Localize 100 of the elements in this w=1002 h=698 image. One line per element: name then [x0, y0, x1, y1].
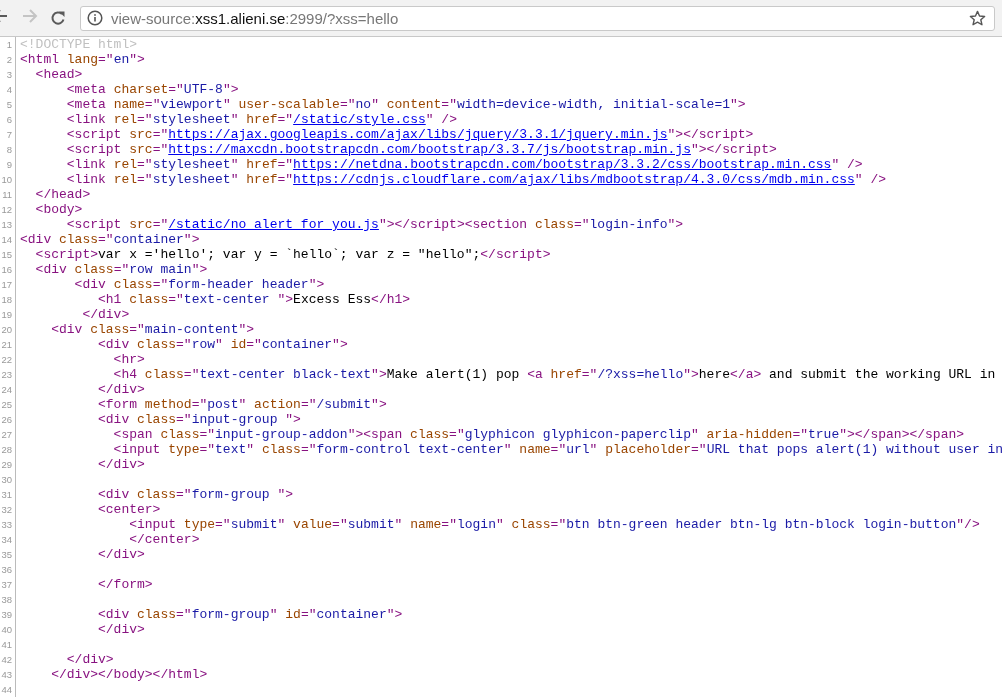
line-number: 14	[0, 232, 16, 247]
tag-text: </div>	[97, 457, 145, 472]
tag-text: "	[371, 97, 379, 112]
attribute-value: form-header header	[168, 277, 309, 292]
tag-text: <h4	[112, 367, 138, 382]
tag-text: ">	[222, 82, 239, 97]
tag-text: "	[394, 517, 403, 532]
tag-text: "	[215, 337, 223, 352]
line-number: 42	[0, 652, 16, 667]
tag-text: " />	[831, 157, 863, 172]
address-bar[interactable]: view-source:xss1.alieni.se:2999/?xss=hello	[80, 5, 995, 31]
tag-text: </head>	[34, 187, 91, 202]
attribute-value: text-center black-text	[199, 367, 372, 382]
attribute-value: container	[316, 607, 387, 622]
tag-text: ="	[215, 517, 231, 532]
attribute-name: rel	[112, 172, 138, 187]
tag-text: ">	[667, 217, 684, 232]
tag-text: "	[277, 517, 286, 532]
tag-text: "	[230, 172, 239, 187]
tag-text: ="	[581, 367, 598, 382]
attribute-name: placeholder	[604, 442, 692, 457]
tag-text: "	[222, 97, 231, 112]
tag-text: "	[589, 442, 598, 457]
line-number: 17	[0, 277, 16, 292]
attribute-name: href	[245, 172, 278, 187]
tag-text: </a>	[730, 367, 762, 382]
attribute-name: rel	[112, 157, 138, 172]
attribute-value: login-info	[589, 217, 668, 232]
line-number: 3	[0, 67, 16, 82]
doctype-text: <!DOCTYPE html>	[20, 37, 138, 52]
attribute-name: id	[284, 607, 301, 622]
star-icon[interactable]	[969, 9, 986, 27]
attribute-value: no	[355, 97, 372, 112]
attribute-value: true	[808, 427, 840, 442]
tag-text: ="	[113, 262, 130, 277]
text-content: Make alert(1) pop	[386, 367, 521, 382]
tag-text: </script>	[480, 247, 551, 262]
attribute-name: action	[253, 397, 301, 412]
tag-text: <div	[50, 322, 83, 337]
attribute-name: src	[128, 217, 153, 232]
source-link[interactable]: https://maxcdn.bootstrapcdn.com/bootstrap/3.3.7/js/bootstrap.min.js	[168, 142, 691, 157]
line-number: 16	[0, 262, 16, 277]
line-number: 32	[0, 502, 16, 517]
tag-text: ="	[176, 337, 192, 352]
tag-text: ="	[152, 217, 169, 232]
line-number: 7	[0, 127, 16, 142]
tag-text: ="	[176, 607, 192, 622]
source-link[interactable]: https://netdna.bootstrapcdn.com/bootstrap/3.3.2/css/bootstrap.min.css	[293, 157, 832, 172]
tag-text: <a	[527, 367, 543, 382]
line-number: 41	[0, 637, 16, 652]
tag-text: ="	[98, 52, 114, 67]
attribute-value: width=device-width, initial-scale=1	[456, 97, 730, 112]
tag-text: <script	[65, 127, 122, 142]
attribute-name: class	[409, 427, 450, 442]
tag-text: ="	[152, 127, 169, 142]
attribute-value: URL that pops alert(1) without user in	[706, 442, 1002, 457]
line-number: 6	[0, 112, 16, 127]
source-link[interactable]: /static/no_alert_for_you.js	[168, 217, 379, 232]
tag-text: </div>	[97, 547, 145, 562]
line-number: 10	[0, 172, 16, 187]
tag-text: ="	[183, 367, 200, 382]
tag-text: ">	[386, 607, 403, 622]
attribute-name: class	[533, 217, 574, 232]
attribute-value: input-group-addon	[215, 427, 348, 442]
attribute-value: input-group	[191, 412, 279, 427]
attribute-name: charset	[112, 82, 169, 97]
info-icon[interactable]	[87, 10, 103, 26]
tag-text: <div	[73, 277, 106, 292]
tag-text: "></script>	[667, 127, 754, 142]
tag-text: <head>	[34, 67, 83, 82]
tag-text: ="	[152, 277, 169, 292]
tag-text: ">	[332, 337, 348, 352]
reload-icon[interactable]	[50, 10, 66, 26]
source-link[interactable]: https://ajax.googleapis.com/ajax/libs/jquery/3.3.1/jquery.min.js	[168, 127, 668, 142]
tag-text: ">	[191, 262, 208, 277]
tag-text: ">	[238, 322, 255, 337]
attribute-name: class	[260, 442, 301, 457]
tag-text: ="	[168, 82, 184, 97]
attribute-name: type	[182, 517, 216, 532]
tag-text: </div></body></html>	[50, 667, 208, 682]
source-link[interactable]: https://cdnjs.cloudflare.com/ajax/libs/mdbootstrap/4.3.0/css/mdb.min.css	[293, 172, 855, 187]
attribute-name: src	[128, 127, 153, 142]
source-link[interactable]: /static/style.css	[293, 112, 426, 127]
tag-text: "	[495, 517, 504, 532]
attribute-name: user-scalable	[237, 97, 340, 112]
tag-text: "></script><section	[378, 217, 528, 232]
tag-text: <link	[65, 112, 106, 127]
line-number: 29	[0, 457, 16, 472]
line-number: 33	[0, 517, 16, 532]
attribute-name: href	[549, 367, 582, 382]
tag-text: "/>	[956, 517, 980, 532]
tag-text: <script>	[34, 247, 98, 262]
line-number: 34	[0, 532, 16, 547]
line-number: 27	[0, 427, 16, 442]
attribute-value: submit	[347, 517, 395, 532]
tag-text: <script	[65, 217, 122, 232]
text-content: here	[698, 367, 731, 382]
tag-text: <link	[65, 157, 106, 172]
tag-text: "	[269, 607, 278, 622]
tag-text: ="	[449, 427, 465, 442]
